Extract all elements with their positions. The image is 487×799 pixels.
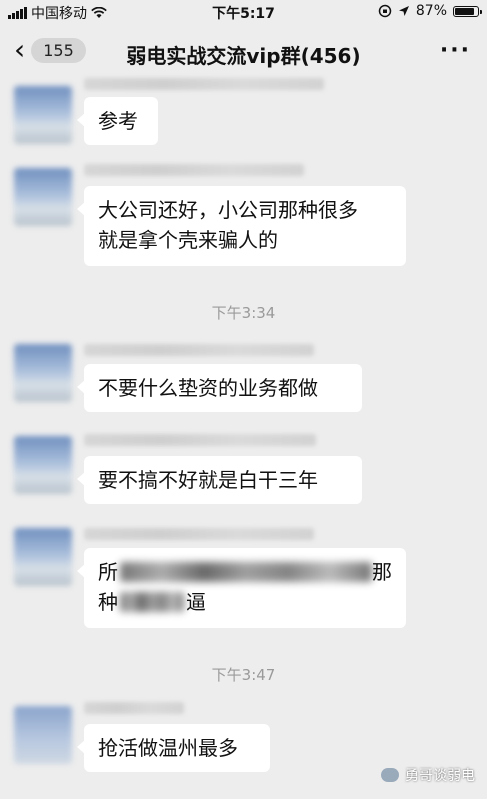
chat-title: 弱电实战交流vip群(456) [126,44,361,68]
sender-name [84,702,184,714]
avatar[interactable] [14,168,72,226]
message-text: 不要什么垫资的业务都做 [98,376,318,400]
message-text-end: 那 [372,560,392,584]
avatar[interactable] [14,86,72,144]
sender-name [84,78,324,90]
sender-name [84,434,316,446]
watermark-text: 勇哥谈弱电 [405,768,475,784]
more-options-icon[interactable]: ··· [440,38,471,63]
wechat-logo-icon [381,768,399,782]
battery-percent: 87% [415,3,447,19]
status-right: 87% [378,3,482,19]
sender-name [84,164,304,176]
location-icon [398,6,409,16]
message-text: 要不搞不好就是白干三年 [98,468,318,492]
battery-icon [453,5,482,17]
message-text-line: 大公司还好，小公司那种很多 [98,198,358,222]
status-bar: 中国移动 下午5:17 87% [0,0,487,26]
avatar[interactable] [14,706,72,764]
message-text: 抢活做温州最多 [98,736,238,760]
message-text-line: 就是拿个壳来骗人的 [98,228,278,252]
message-bubble[interactable]: 不要什么垫资的业务都做 [77,364,362,412]
message-text-start: 所 [98,560,118,584]
avatar[interactable] [14,528,72,586]
message-text-end: 逼 [186,590,206,614]
timestamp: 下午3:34 [211,304,276,322]
message-bubble[interactable]: 抢活做温州最多 [77,724,270,772]
sender-name [84,344,314,356]
avatar[interactable] [14,344,72,402]
message-bubble[interactable]: 参考 [77,97,158,145]
avatar[interactable] [14,436,72,494]
message-text-start: 种 [98,590,118,614]
message-bubble[interactable]: 要不搞不好就是白干三年 [77,456,362,504]
timestamp: 下午3:47 [211,666,276,684]
sender-name [84,528,314,540]
redacted-text [120,592,184,612]
nav-bar: ‹ 155 弱电实战交流vip群(456) ··· [0,26,487,76]
redacted-text [120,562,372,582]
message-bubble[interactable]: 大公司还好，小公司那种很多 就是拿个壳来骗人的 [77,186,406,266]
watermark: 勇哥谈弱电 [381,765,475,785]
message-bubble[interactable]: 所 那 种 逼 [77,548,406,628]
message-text: 参考 [98,109,138,133]
orientation-lock-icon [378,4,392,18]
